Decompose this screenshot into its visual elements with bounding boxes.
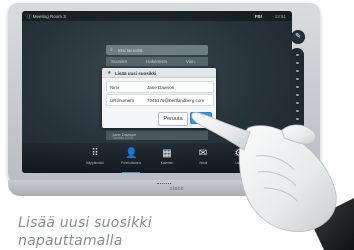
calendar-button[interactable]: ▦ Kalenteri bbox=[154, 148, 180, 170]
keypad-icon: ⠿ bbox=[91, 148, 99, 159]
name-field-value: Jane Dawson bbox=[147, 84, 175, 90]
mic-off-icon: ✎ bbox=[295, 33, 301, 40]
call-label: Puheluhistoria bbox=[120, 161, 142, 165]
uri-field-label: URI/numero bbox=[110, 97, 135, 103]
search-icon: ⌕ bbox=[110, 47, 113, 53]
room-name[interactable]: Ⓘ Meeting Room 3 bbox=[27, 14, 66, 20]
star-icon: ★ bbox=[107, 69, 112, 76]
list-item-detail: Tänään 13:30 bbox=[112, 136, 134, 140]
dialog-title: Lisää uusi suosikki bbox=[115, 70, 157, 76]
status-indicator: FBI bbox=[254, 13, 262, 19]
directory-tabs: Suosikit Hakemisto Viim. bbox=[106, 57, 208, 66]
calendar-label: Kalenteri bbox=[160, 161, 174, 165]
volume-tick bbox=[295, 62, 299, 64]
search-placeholder: Etsi tai soita bbox=[118, 47, 143, 53]
cancel-button[interactable]: Peruuta bbox=[158, 112, 188, 126]
clock: 13:51 bbox=[274, 13, 286, 19]
keypad-label: Näppäimistö bbox=[86, 161, 104, 165]
top-status-bar: Ⓘ Meeting Room 3 FBI 13:51 bbox=[22, 11, 292, 21]
caption-line-2: napauttamalla bbox=[18, 233, 123, 249]
mute-mic-button[interactable]: ✎ bbox=[291, 30, 305, 44]
pointing-hand-illustration bbox=[191, 112, 354, 250]
keypad-button[interactable]: ⠿ Näppäimistö bbox=[82, 148, 108, 170]
call-button[interactable]: 👤 Puheluhistoria bbox=[118, 148, 144, 173]
tab-recents[interactable]: Viim. bbox=[186, 59, 196, 64]
volume-tick bbox=[295, 54, 299, 56]
directory-search-field[interactable]: ⌕ Etsi tai soita bbox=[106, 45, 208, 55]
call-icon: 👤 bbox=[125, 148, 138, 159]
caption-line-1: Lisää uusi suosikki bbox=[18, 215, 152, 231]
calendar-icon: ▦ bbox=[162, 148, 172, 159]
tab-directory[interactable]: Hakemisto bbox=[146, 59, 167, 64]
tab-favorites[interactable]: Suosikit bbox=[111, 59, 127, 64]
name-field-label: Nimi bbox=[110, 84, 119, 90]
